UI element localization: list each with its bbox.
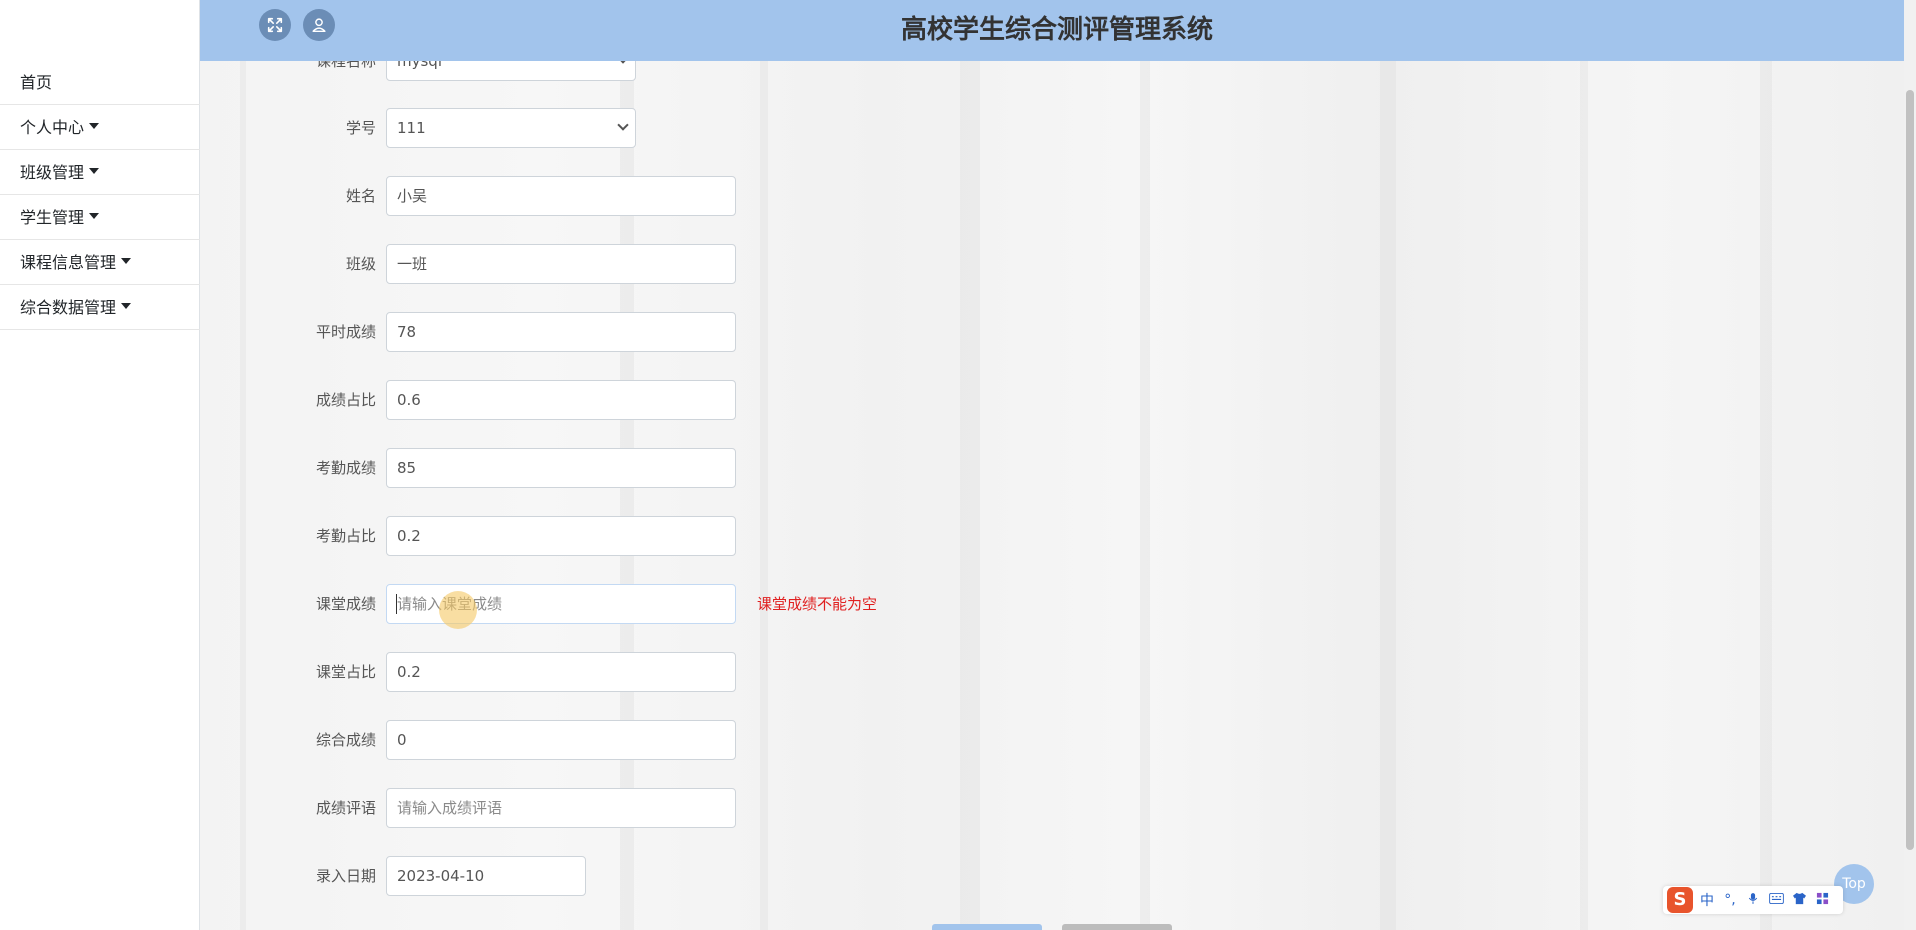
fullscreen-button[interactable] — [259, 9, 291, 41]
user-icon — [312, 18, 326, 33]
caret-down-icon — [121, 258, 132, 264]
class-label: 班级 — [345, 255, 376, 273]
student-no-label: 学号 — [345, 119, 376, 137]
student-no-select[interactable]: 111 — [386, 108, 636, 148]
score-ratio-label: 成绩占比 — [315, 391, 376, 409]
sidebar-item-data-management[interactable]: 综合数据管理 — [0, 285, 200, 330]
usual-score-field[interactable]: 78 — [386, 312, 736, 352]
vertical-scrollbar[interactable] — [1904, 0, 1916, 930]
ime-mode[interactable]: 中 — [1698, 890, 1716, 910]
total-score-label: 综合成绩 — [315, 731, 376, 749]
sidebar: 首页 个人中心 班级管理 学生管理 课程信息管理 综合数据管理 — [0, 0, 200, 930]
sidebar-item-class-management[interactable]: 班级管理 — [0, 150, 200, 195]
sidebar-item-home[interactable]: 首页 — [0, 60, 200, 105]
texture-streak — [960, 0, 980, 930]
keyboard-icon[interactable] — [1767, 892, 1785, 908]
submit-button[interactable] — [932, 924, 1042, 930]
class-score-label: 课堂成绩 — [315, 595, 376, 613]
attendance-ratio-label: 考勤占比 — [315, 527, 376, 545]
score-ratio-field[interactable]: 0.6 — [386, 380, 736, 420]
grid-icon[interactable] — [1813, 892, 1831, 909]
texture-streak — [1580, 0, 1588, 930]
texture-streak — [760, 0, 768, 930]
class-ratio-label: 课堂占比 — [315, 663, 376, 681]
entry-date-label: 录入日期 — [315, 867, 376, 885]
fullscreen-icon — [267, 17, 283, 33]
sidebar-menu: 首页 个人中心 班级管理 学生管理 课程信息管理 综合数据管理 — [0, 60, 200, 330]
caret-down-icon — [89, 123, 100, 129]
class-ratio-field[interactable]: 0.2 — [386, 652, 736, 692]
sidebar-item-label: 个人中心 — [20, 118, 85, 137]
texture-streak — [1140, 0, 1150, 930]
student-no-value: 111 — [397, 119, 426, 137]
sidebar-item-label: 班级管理 — [20, 163, 85, 182]
text-caret — [396, 594, 397, 614]
attendance-ratio-field[interactable]: 0.2 — [386, 516, 736, 556]
caret-down-icon — [89, 213, 100, 219]
sidebar-item-label: 学生管理 — [20, 208, 85, 227]
user-button[interactable] — [303, 9, 335, 41]
cancel-button[interactable] — [1062, 924, 1172, 930]
class-field[interactable]: 一班 — [386, 244, 736, 284]
sidebar-item-personal-center[interactable]: 个人中心 — [0, 105, 200, 150]
shirt-icon[interactable] — [1790, 892, 1808, 909]
mic-icon[interactable] — [1744, 892, 1762, 909]
texture-streak — [1380, 0, 1396, 930]
app-header: 高校学生综合测评管理系统 — [200, 0, 1904, 61]
sidebar-item-label: 课程信息管理 — [20, 253, 117, 272]
ime-toolbar: S 中 °, — [1663, 886, 1843, 914]
caret-down-icon — [121, 303, 132, 309]
sogou-logo-icon[interactable]: S — [1667, 887, 1693, 913]
usual-score-label: 平时成绩 — [315, 323, 376, 341]
app-title: 高校学生综合测评管理系统 — [900, 15, 1213, 45]
chevron-down-icon — [617, 119, 629, 131]
attendance-score-field[interactable]: 85 — [386, 448, 736, 488]
caret-down-icon — [89, 168, 100, 174]
class-score-error: 课堂成绩不能为空 — [757, 595, 878, 613]
total-score-field[interactable]: 0 — [386, 720, 736, 760]
comment-label: 成绩评语 — [315, 799, 376, 817]
entry-date-field[interactable]: 2023-04-10 — [386, 856, 586, 896]
attendance-score-label: 考勤成绩 — [315, 459, 376, 477]
scrollbar-thumb[interactable] — [1906, 90, 1914, 850]
punctuation-icon[interactable]: °, — [1721, 892, 1739, 908]
sidebar-item-label: 首页 — [20, 73, 53, 92]
sidebar-item-student-management[interactable]: 学生管理 — [0, 195, 200, 240]
texture-streak — [1760, 0, 1772, 930]
name-label: 姓名 — [345, 187, 376, 205]
sidebar-item-course-management[interactable]: 课程信息管理 — [0, 240, 200, 285]
class-score-field[interactable]: 请输入课堂成绩 — [386, 584, 736, 624]
sidebar-item-label: 综合数据管理 — [20, 298, 117, 317]
comment-field[interactable]: 请输入成绩评语 — [386, 788, 736, 828]
name-field[interactable]: 小吴 — [386, 176, 736, 216]
